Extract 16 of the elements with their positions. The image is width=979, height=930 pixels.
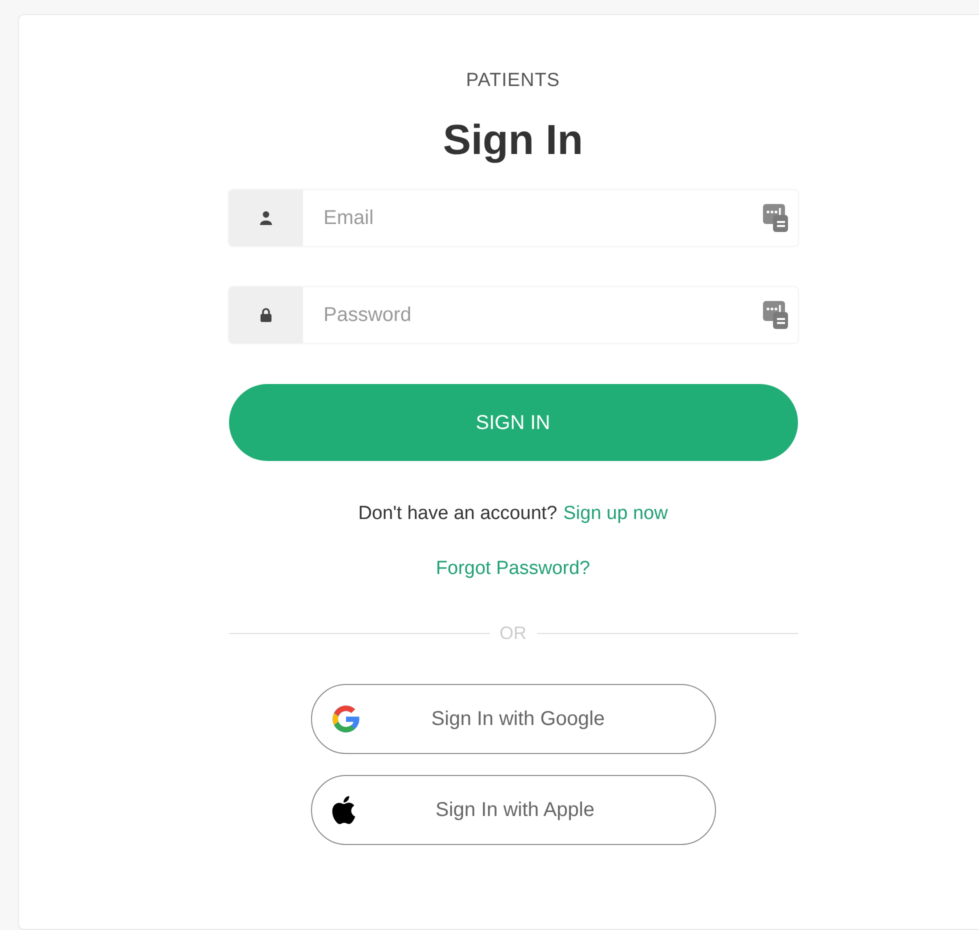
sign-up-link[interactable]: Sign up now — [563, 500, 668, 528]
apple-icon — [330, 794, 356, 826]
google-sign-in-button[interactable]: Sign In with Google — [310, 684, 716, 754]
page-title: Sign In — [443, 114, 583, 165]
forgot-password-link[interactable]: Forgot Password? — [436, 554, 590, 583]
password-field[interactable]: Password — [302, 287, 754, 343]
sign-in-button[interactable]: SIGN IN — [228, 384, 798, 461]
eyebrow-label: PATIENTS — [466, 69, 560, 93]
signup-prompt: Don't have an account? — [358, 502, 558, 526]
person-icon — [260, 211, 272, 225]
lock-icon — [260, 308, 272, 322]
dots-badge-icon — [762, 203, 788, 233]
google-g-icon — [330, 703, 362, 735]
email-field[interactable]: Email — [302, 190, 754, 246]
dots-badge-icon — [762, 300, 788, 330]
apple-sign-in-button[interactable]: Sign In with Apple — [310, 775, 716, 845]
